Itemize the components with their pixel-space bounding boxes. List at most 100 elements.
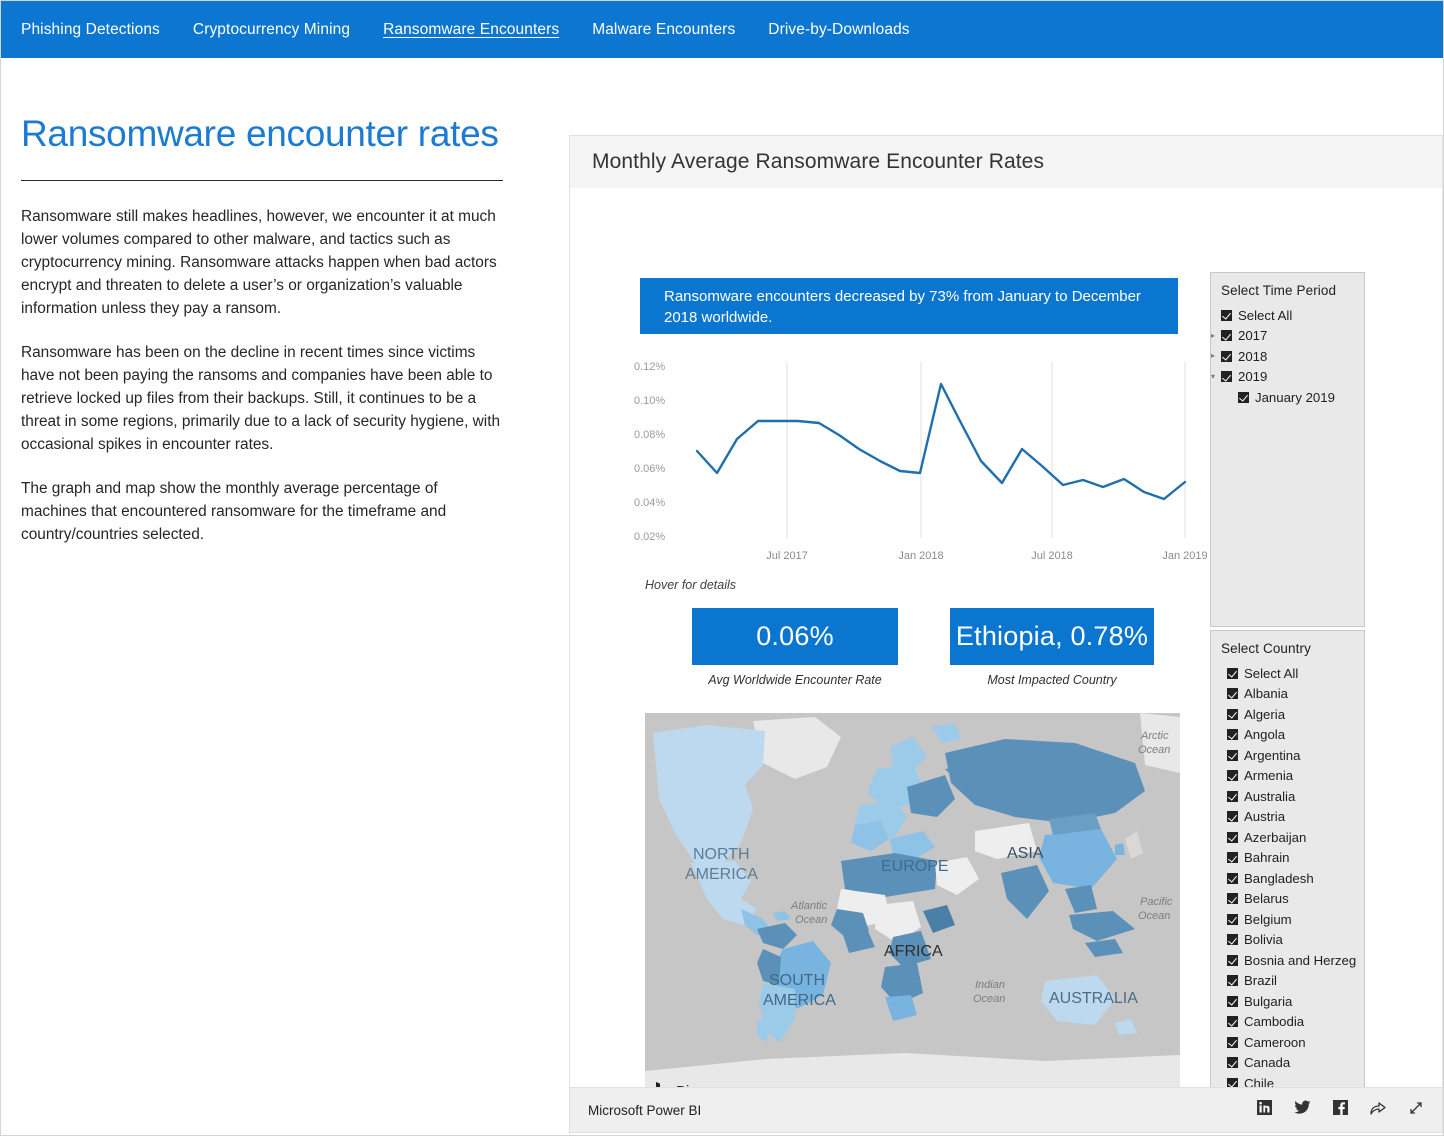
svg-text:Ocean: Ocean [1138,744,1170,756]
nav-item-drive-by-downloads[interactable]: Drive-by-Downloads [768,21,909,39]
time-option-2019[interactable]: ▾ 2019 [1211,367,1364,388]
svg-text:Atlantic: Atlantic [790,900,828,912]
checkbox-checked-icon[interactable] [1227,750,1238,761]
country-option-label: Austria [1244,809,1285,824]
encounter-rate-line-chart[interactable]: 0.12% 0.10% 0.08% 0.06% 0.04% 0.02% Jul … [634,348,1214,583]
slicer-country[interactable]: Select Country Select All Albania Algeri… [1210,630,1365,1117]
fullscreen-icon[interactable] [1408,1100,1424,1121]
country-option-bangladesh[interactable]: Bangladesh [1211,868,1364,889]
checkbox-checked-icon[interactable] [1227,729,1238,740]
country-option-albania[interactable]: Albania [1211,684,1364,705]
kpi-avg-worldwide-encounter-rate[interactable]: 0.06% Avg Worldwide Encounter Rate [692,608,898,687]
checkbox-checked-icon[interactable] [1227,873,1238,884]
checkbox-checked-icon[interactable] [1221,351,1232,362]
country-option-austria[interactable]: Austria [1211,807,1364,828]
time-option-2017[interactable]: ▸ 2017 [1211,326,1364,347]
checkbox-checked-icon[interactable] [1227,811,1238,822]
svg-text:SOUTH: SOUTH [769,972,825,989]
country-option-australia[interactable]: Australia [1211,786,1364,807]
time-option-label: Select All [1238,308,1292,323]
checkbox-checked-icon[interactable] [1227,996,1238,1007]
country-option-angola[interactable]: Angola [1211,725,1364,746]
country-option-armenia[interactable]: Armenia [1211,766,1364,787]
svg-text:0.04%: 0.04% [634,497,665,509]
country-option-cambodia[interactable]: Cambodia [1211,1012,1364,1033]
checkbox-checked-icon[interactable] [1227,893,1238,904]
checkbox-checked-icon[interactable] [1227,1037,1238,1048]
svg-text:NORTH: NORTH [693,846,750,863]
time-option-select-all[interactable]: ▸ Select All [1211,305,1364,326]
country-option-algeria[interactable]: Algeria [1211,704,1364,725]
checkbox-checked-icon[interactable] [1227,791,1238,802]
nav-item-phishing-detections[interactable]: Phishing Detections [21,21,160,39]
chevron-right-icon[interactable]: ▸ [1211,352,1220,360]
country-option-label: Select All [1244,666,1298,681]
checkbox-checked-icon[interactable] [1227,709,1238,720]
checkbox-checked-icon[interactable] [1221,371,1232,382]
country-option-cameroon[interactable]: Cameroon [1211,1032,1364,1053]
chart-y-axis-labels: 0.12% 0.10% 0.08% 0.06% 0.04% 0.02% [634,361,665,543]
svg-text:0.02%: 0.02% [634,531,665,543]
country-option-label: Australia [1244,789,1295,804]
time-option-january-2019[interactable]: January 2019 [1211,387,1364,408]
checkbox-checked-icon[interactable] [1221,330,1232,341]
nav-item-ransomware-encounters[interactable]: Ransomware Encounters [383,21,559,39]
svg-text:AFRICA: AFRICA [884,943,943,960]
country-option-bahrain[interactable]: Bahrain [1211,848,1364,869]
facebook-icon[interactable] [1333,1100,1348,1120]
kpi-country-value: Ethiopia, 0.78% [950,608,1154,665]
checkbox-checked-icon[interactable] [1227,955,1238,966]
tree-expander-placeholder-icon: ▸ [1211,311,1220,319]
checkbox-checked-icon[interactable] [1227,832,1238,843]
kpi-most-impacted-country[interactable]: Ethiopia, 0.78% Most Impacted Country [950,608,1154,687]
svg-text:ASIA: ASIA [1007,845,1044,862]
checkbox-checked-icon[interactable] [1227,770,1238,781]
chevron-right-icon[interactable]: ▸ [1211,332,1220,340]
report-body: Ransomware encounters decreased by 73% f… [570,188,1442,1135]
twitter-icon[interactable] [1294,1100,1311,1120]
svg-text:0.10%: 0.10% [634,395,665,407]
checkbox-checked-icon[interactable] [1227,688,1238,699]
checkbox-checked-icon[interactable] [1227,914,1238,925]
checkbox-checked-icon[interactable] [1221,310,1232,321]
country-option-canada[interactable]: Canada [1211,1053,1364,1074]
country-option-brazil[interactable]: Brazil [1211,971,1364,992]
line-chart-svg: 0.12% 0.10% 0.08% 0.06% 0.04% 0.02% Jul … [634,348,1214,583]
world-choropleth-map[interactable]: NORTH AMERICA SOUTH AMERICA EUROPE AFRIC… [645,713,1180,1108]
checkbox-checked-icon[interactable] [1227,934,1238,945]
share-icon[interactable] [1370,1100,1386,1121]
checkbox-checked-icon[interactable] [1227,668,1238,679]
footer-brand-label: Microsoft Power BI [588,1103,701,1118]
checkbox-checked-icon[interactable] [1227,975,1238,986]
country-option-bolivia[interactable]: Bolivia [1211,930,1364,951]
report-title: Monthly Average Ransomware Encounter Rat… [592,150,1044,174]
checkbox-checked-icon[interactable] [1238,392,1249,403]
kpi-avg-caption: Avg Worldwide Encounter Rate [692,673,898,687]
checkbox-checked-icon[interactable] [1227,1016,1238,1027]
svg-text:Jan 2019: Jan 2019 [1162,550,1207,562]
country-option-argentina[interactable]: Argentina [1211,745,1364,766]
chevron-down-icon[interactable]: ▾ [1211,373,1220,381]
nav-item-malware-encounters[interactable]: Malware Encounters [592,21,735,39]
country-option-belgium[interactable]: Belgium [1211,909,1364,930]
checkbox-checked-icon[interactable] [1227,1057,1238,1068]
linkedin-icon[interactable] [1257,1100,1272,1120]
slicer-time-period[interactable]: Select Time Period ▸ Select All ▸ 2017 ▸… [1210,272,1365,627]
report-page: Phishing Detections Cryptocurrency Minin… [0,0,1444,1136]
country-option-azerbaijan[interactable]: Azerbaijan [1211,827,1364,848]
chart-gridlines [787,362,1185,538]
checkbox-checked-icon[interactable] [1227,852,1238,863]
svg-text:0.12%: 0.12% [634,361,665,373]
country-option-select-all[interactable]: Select All [1211,663,1364,684]
slicer-country-title: Select Country [1211,631,1364,663]
top-navigation-bar: Phishing Detections Cryptocurrency Minin… [1,1,1443,58]
country-option-bosnia-and-herzeg[interactable]: Bosnia and Herzeg [1211,950,1364,971]
country-option-bulgaria[interactable]: Bulgaria [1211,991,1364,1012]
nav-item-cryptocurrency-mining[interactable]: Cryptocurrency Mining [193,21,350,39]
time-option-2018[interactable]: ▸ 2018 [1211,346,1364,367]
chart-data-line [697,384,1185,499]
country-option-belarus[interactable]: Belarus [1211,889,1364,910]
kpi-avg-value: 0.06% [692,608,898,665]
time-option-label: 2017 [1238,328,1267,343]
country-option-label: Cameroon [1244,1035,1306,1050]
